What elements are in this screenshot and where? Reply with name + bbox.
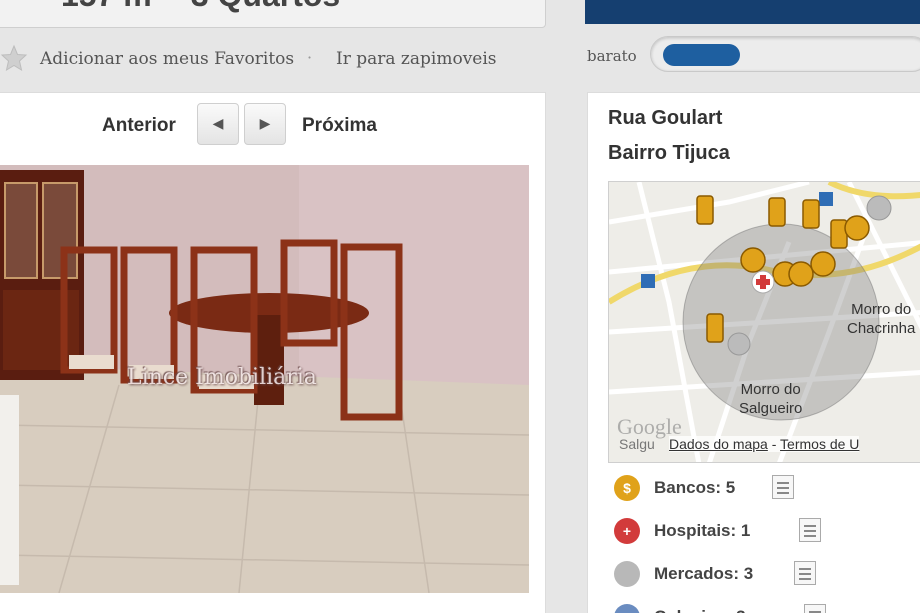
poi-row: Colegios: 3 [614,602,914,613]
neighborhood-name: Bairro Tijuca [608,142,730,164]
next-label[interactable]: Próxima [302,115,377,137]
list-icon[interactable] [804,604,826,613]
poi-row: + Hospitais: 1 [614,516,914,546]
price-meter-fill [663,44,740,66]
arrow-left-icon: ◀ [212,116,224,132]
poi-label: Hospitais: 1 [654,521,751,540]
arrow-right-icon: ▶ [259,116,271,132]
header-bar [585,0,920,24]
zapimoveis-link[interactable]: Ir para zapimoveis [336,49,497,69]
map-footer: Dados do mapa - Termos de U [669,436,860,452]
map-terms-link[interactable]: Termos de U [780,436,859,452]
price-meter-label: barato [587,47,637,65]
school-icon [614,604,640,613]
map-label-chacrinha: Morro do Chacrinha [847,301,916,337]
poi-row: $ Bancos: 5 [614,473,914,503]
next-button[interactable]: ▶ [244,103,286,145]
map-data-link[interactable]: Dados do mapa [669,436,768,452]
star-icon[interactable] [0,44,28,72]
price-meter-track [650,36,920,72]
poi-label: Bancos: 5 [654,478,736,497]
watermark: Lince Imobiliária [127,365,317,390]
listing-title: 157 m² - 3 Quartos [61,0,340,14]
photo-gallery: Anterior ◀ ▶ Próxima Lince Imobiliária [0,92,546,613]
street-name: Rua Goulart [608,107,723,129]
poi-row: Mercados: 3 [614,559,914,589]
list-icon[interactable] [799,518,821,542]
price-meter: barato [585,36,920,76]
poi-label: Mercados: 3 [654,564,754,583]
map-label-salgueiro: Morro do Salgueiro [739,381,803,417]
listing-title-box: 157 m² - 3 Quartos [0,0,546,28]
gallery-nav: Anterior ◀ ▶ Próxima [0,103,545,147]
add-favorites-link[interactable]: Adicionar aos meus Favoritos [40,49,294,69]
cart-icon [614,561,640,587]
separator: · [307,48,313,67]
list-icon[interactable] [794,561,816,585]
neighborhood-map[interactable]: Morro do Chacrinha Morro do Salgueiro Go… [608,181,920,463]
previous-label[interactable]: Anterior [102,115,176,137]
poi-label: Colegios: 3 [654,607,746,613]
map-label-salgu: Salgu [619,436,655,452]
favorites-row: Adicionar aos meus Favoritos · Ir para z… [0,44,560,78]
list-icon[interactable] [772,475,794,499]
location-card: Rua Goulart Bairro Tijuca Morro do Chacr… [587,92,920,613]
property-photo[interactable]: Lince Imobiliária [0,165,529,593]
red-cross-icon: + [614,518,640,544]
map-footer-separator: - [767,436,781,452]
coin-icon: $ [614,475,640,501]
previous-button[interactable]: ◀ [197,103,239,145]
